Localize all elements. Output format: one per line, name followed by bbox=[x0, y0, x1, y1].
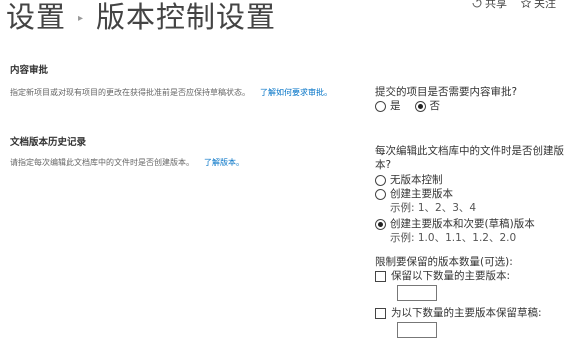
major-versions-example: 示例: 1、2、3、4 bbox=[390, 202, 477, 214]
keep-drafts-input[interactable] bbox=[397, 322, 437, 338]
approval-no-radio[interactable] bbox=[414, 100, 426, 112]
no-versioning-label[interactable]: 无版本控制 bbox=[390, 173, 443, 187]
breadcrumb-separator-icon: ▸ bbox=[78, 12, 85, 24]
keep-drafts-checkbox[interactable] bbox=[375, 307, 386, 319]
keep-major-option[interactable]: 保留以下数量的主要版本: bbox=[375, 269, 570, 283]
no-versioning-radio[interactable] bbox=[375, 174, 386, 186]
version-history-description: 请指定每次编辑此文档库中的文件时是否创建版本。 bbox=[10, 158, 194, 167]
version-history-help-link[interactable]: 了解版本。 bbox=[204, 158, 244, 167]
follow-button[interactable]: 关注 bbox=[521, 0, 556, 11]
versioning-question-text: 每次编辑此文档库中的文件时是否创建版本? bbox=[375, 145, 564, 171]
share-button[interactable]: 共享 bbox=[472, 0, 507, 11]
version-history-section: 文档版本历史记录 请指定每次编辑此文档库中的文件时是否创建版本。 了解版本。 bbox=[10, 134, 350, 168]
content-approval-heading: 内容审批 bbox=[10, 65, 49, 76]
content-approval-description: 指定新项目或对现有项目的更改在获得批准前是否应保持草稿状态。 bbox=[10, 88, 250, 97]
follow-label: 关注 bbox=[534, 0, 556, 10]
version-history-options: 每次编辑此文档库中的文件时是否创建版本? 无版本控制 创建主要版本 示例: 1、… bbox=[375, 144, 570, 338]
star-icon bbox=[521, 0, 531, 8]
page-title: 版本控制设置 bbox=[96, 0, 277, 34]
content-approval-help-link[interactable]: 了解如何要求审批。 bbox=[260, 88, 332, 97]
major-versions-label[interactable]: 创建主要版本 bbox=[390, 187, 453, 201]
major-minor-versions-radio[interactable] bbox=[375, 218, 386, 230]
content-approval-question: 提交的项目是否需要内容审批? 是 否 bbox=[375, 85, 574, 113]
version-history-heading: 文档版本历史记录 bbox=[10, 137, 87, 148]
content-approval-options: 是 否 bbox=[375, 99, 574, 113]
share-icon bbox=[472, 0, 482, 8]
major-versions-radio[interactable] bbox=[375, 188, 386, 200]
keep-major-input[interactable] bbox=[397, 285, 437, 301]
major-minor-versions-example: 示例: 1.0、1.1、1.2、2.0 bbox=[390, 232, 517, 244]
keep-drafts-option[interactable]: 为以下数量的主要版本保留草稿: bbox=[375, 306, 570, 320]
limit-versions-label: 限制要保留的版本数量(可选): bbox=[375, 256, 513, 268]
content-approval-description-row: 指定新项目或对现有项目的更改在获得批准前是否应保持草稿状态。 了解如何要求审批。 bbox=[10, 87, 350, 98]
keep-drafts-label[interactable]: 为以下数量的主要版本保留草稿: bbox=[391, 306, 542, 320]
major-versions-option[interactable]: 创建主要版本 bbox=[375, 187, 570, 201]
major-minor-versions-option[interactable]: 创建主要版本和次要(草稿)版本 bbox=[375, 217, 570, 231]
keep-major-checkbox[interactable] bbox=[375, 270, 386, 282]
version-history-description-row: 请指定每次编辑此文档库中的文件时是否创建版本。 了解版本。 bbox=[10, 157, 350, 168]
major-minor-versions-label[interactable]: 创建主要版本和次要(草稿)版本 bbox=[390, 217, 535, 231]
approval-no-label[interactable]: 否 bbox=[430, 99, 441, 113]
breadcrumb: 设置 ▸ 版本控制设置 bbox=[6, 0, 276, 36]
approval-yes-label[interactable]: 是 bbox=[390, 99, 401, 113]
no-versioning-option[interactable]: 无版本控制 bbox=[375, 173, 570, 187]
breadcrumb-parent[interactable]: 设置 bbox=[6, 0, 66, 36]
share-label: 共享 bbox=[485, 0, 507, 10]
top-actions: 共享 关注 bbox=[472, 0, 556, 11]
content-approval-question-text: 提交的项目是否需要内容审批? bbox=[375, 86, 518, 98]
keep-major-label[interactable]: 保留以下数量的主要版本: bbox=[391, 269, 510, 283]
content-approval-section: 内容审批 指定新项目或对现有项目的更改在获得批准前是否应保持草稿状态。 了解如何要… bbox=[10, 62, 350, 98]
approval-yes-radio[interactable] bbox=[375, 100, 386, 112]
